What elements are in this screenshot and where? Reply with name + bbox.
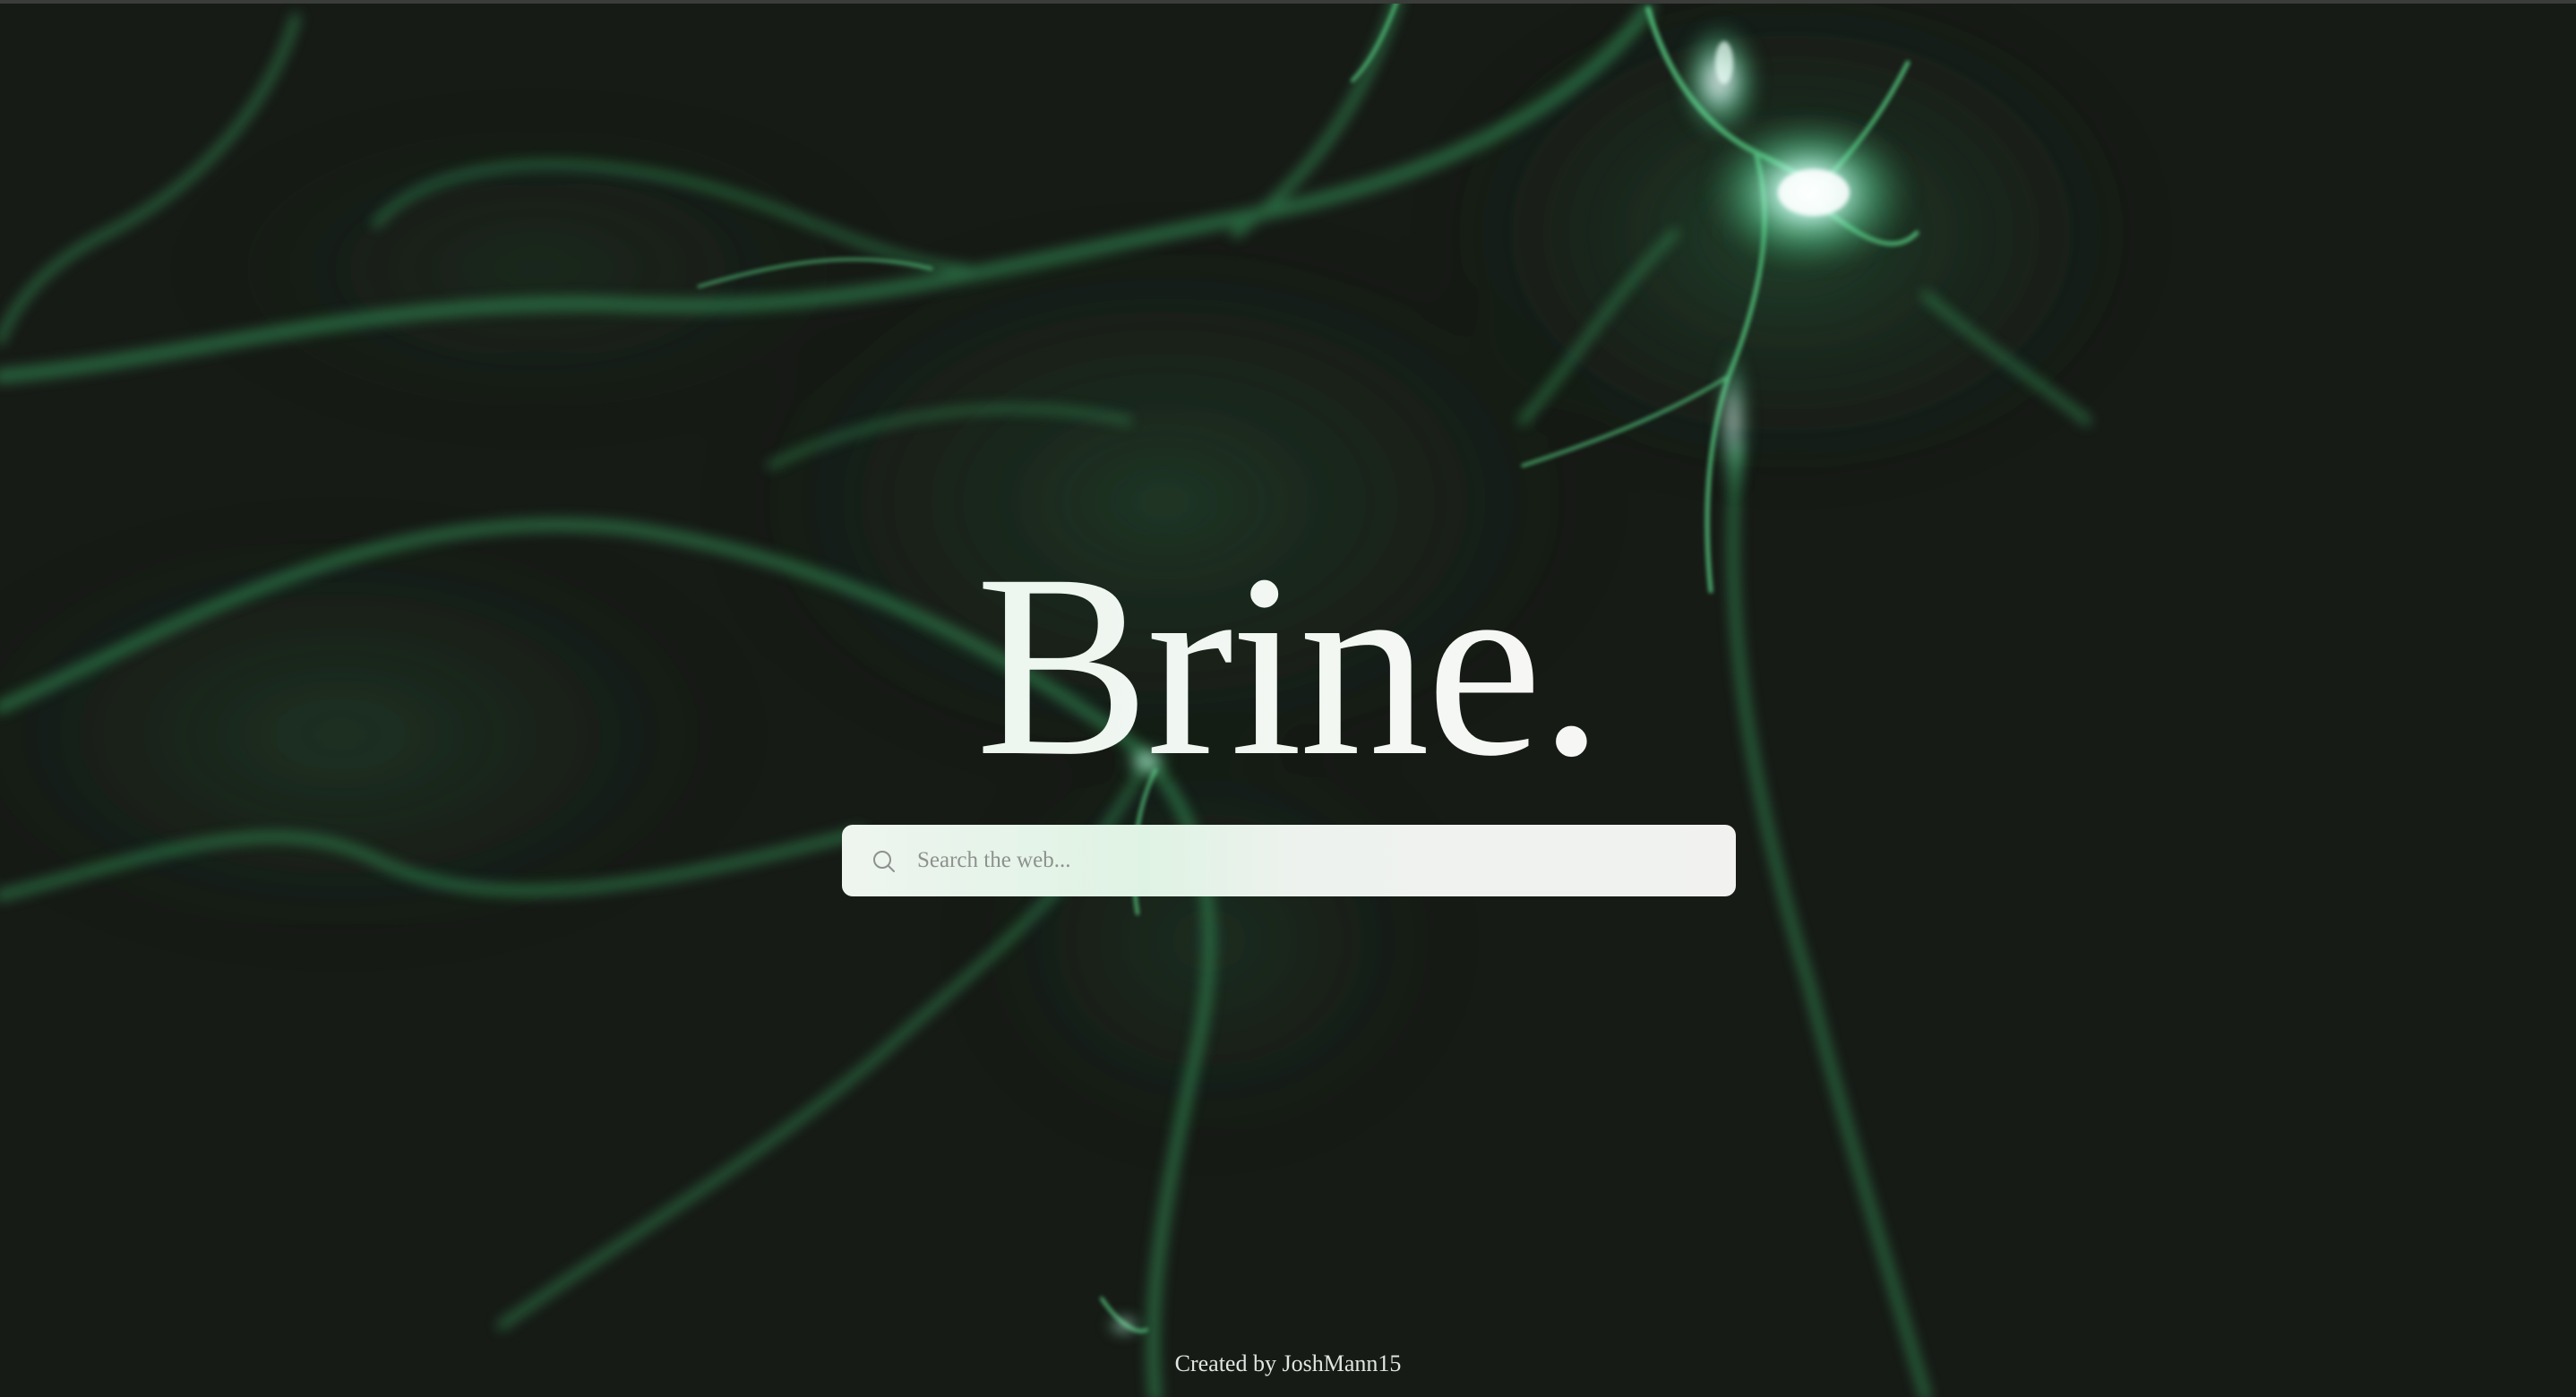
search-icon <box>873 851 895 872</box>
page: Brine. Created by JoshMann15 <box>0 0 2576 1397</box>
app-title: Brine. <box>0 536 2576 797</box>
search-bar[interactable] <box>842 825 1736 896</box>
search-input[interactable] <box>917 825 1714 896</box>
window-top-edge <box>0 0 2576 4</box>
footer-credit: Created by JoshMann15 <box>1174 1350 1402 1376</box>
